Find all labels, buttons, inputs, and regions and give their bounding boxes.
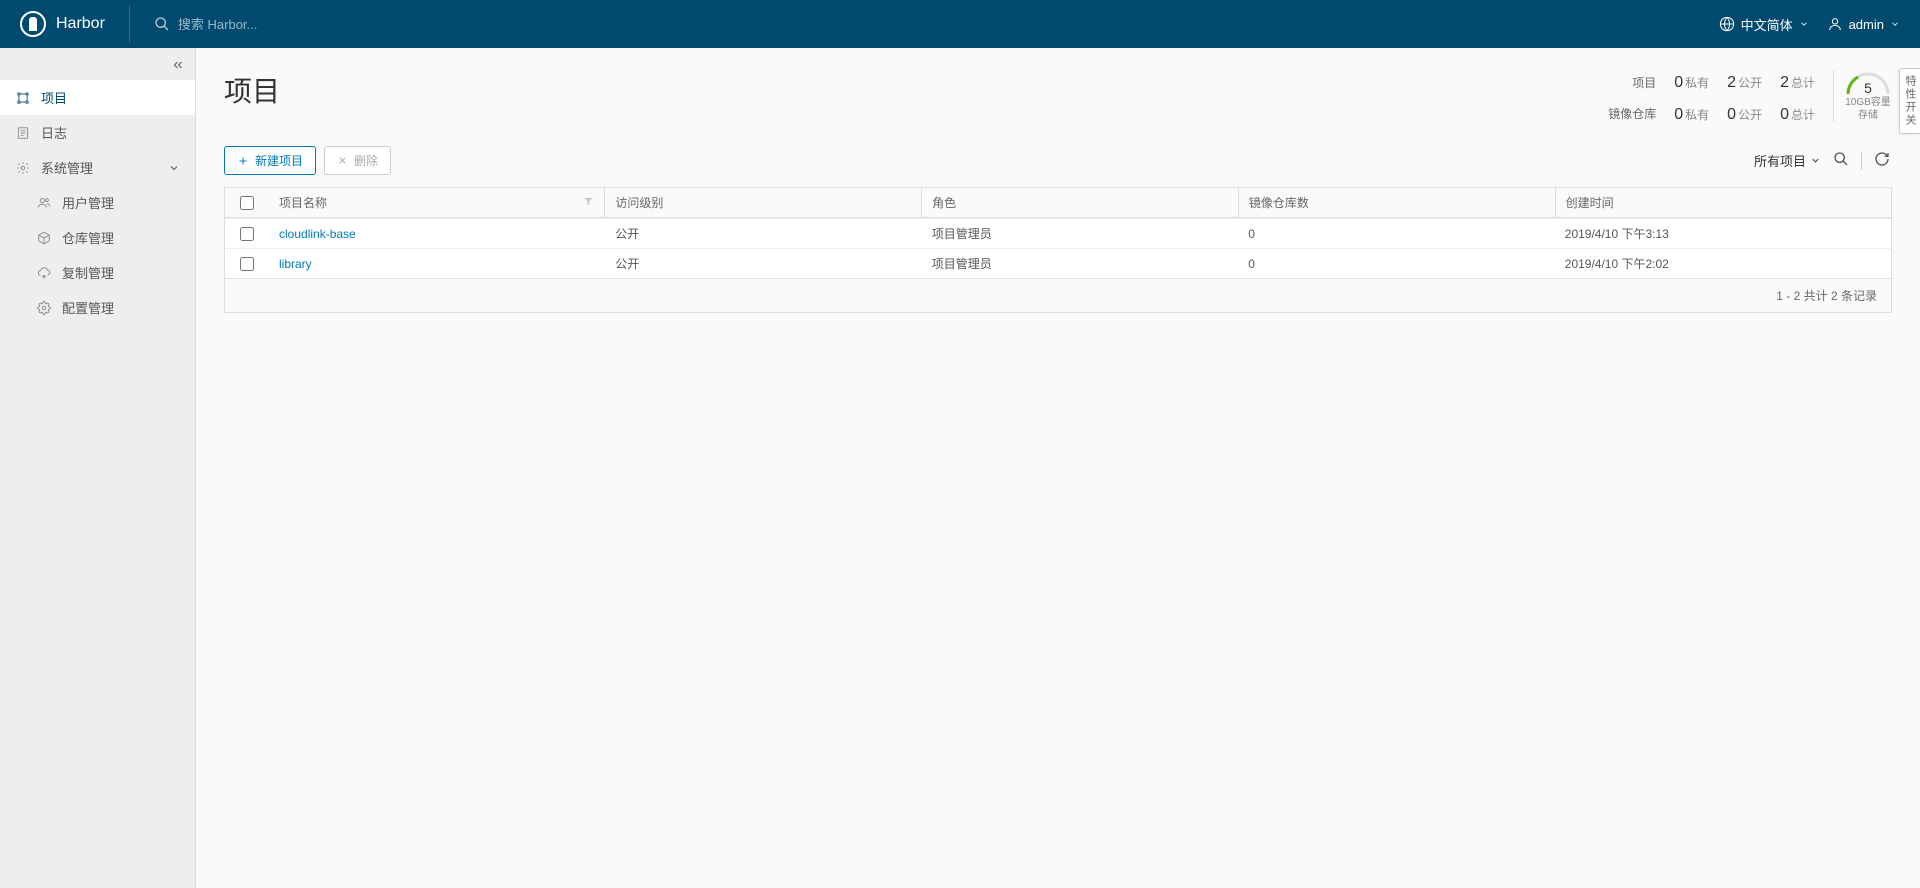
language-selector[interactable]: 中文简体 xyxy=(1719,15,1809,34)
user-icon xyxy=(1827,16,1843,32)
cell-role: 项目管理员 xyxy=(922,219,1239,248)
stat-repo-private: 0私有 xyxy=(1674,106,1709,124)
user-label: admin xyxy=(1849,17,1884,32)
app-header: Harbor 中文简体 admin xyxy=(0,0,1920,48)
nav-label: 日志 xyxy=(41,123,67,142)
nav-label: 复制管理 xyxy=(62,263,114,282)
table-footer: 1 - 2 共计 2 条记录 xyxy=(225,278,1891,312)
nav-label: 项目 xyxy=(41,88,67,107)
gauge-value: 5 xyxy=(1844,80,1892,96)
search-icon xyxy=(1833,151,1849,167)
filter-label: 所有项目 xyxy=(1754,151,1806,170)
cell-access: 公开 xyxy=(605,249,922,278)
col-name[interactable]: 项目名称 xyxy=(269,188,605,217)
nav-label: 仓库管理 xyxy=(62,228,114,247)
chevron-double-left-icon xyxy=(171,58,185,72)
row-checkbox[interactable] xyxy=(240,227,254,241)
project-link[interactable]: cloudlink-base xyxy=(279,227,356,241)
new-project-button[interactable]: 新建项目 xyxy=(224,146,316,175)
project-filter-select[interactable]: 所有项目 xyxy=(1754,151,1821,170)
cell-repo: 0 xyxy=(1238,221,1555,247)
refresh-button[interactable] xyxy=(1872,149,1892,172)
stats-row-label-repos: 镜像仓库 xyxy=(1608,105,1656,122)
nav-label: 系统管理 xyxy=(41,158,93,177)
feature-toggle-tab[interactable]: 特性开关 xyxy=(1899,68,1920,134)
table-row: library 公开项目管理员02019/4/10 下午2:02 xyxy=(225,248,1891,278)
chevron-down-icon xyxy=(1890,19,1900,29)
button-label: 新建项目 xyxy=(255,152,303,169)
harbor-logo-icon xyxy=(20,11,46,37)
nav-repo-mgmt[interactable]: 仓库管理 xyxy=(0,220,195,255)
project-link[interactable]: library xyxy=(279,257,312,271)
projects-table: 项目名称 访问级别 角色 镜像仓库数 创建时间 cloudlink-base 公开… xyxy=(224,187,1892,313)
chevron-down-icon xyxy=(168,162,180,174)
divider xyxy=(129,5,130,43)
gear-icon xyxy=(36,301,52,315)
table-row: cloudlink-base 公开项目管理员02019/4/10 下午3:13 xyxy=(225,218,1891,248)
logs-icon xyxy=(15,126,31,140)
refresh-icon xyxy=(1874,151,1890,167)
cell-created: 2019/4/10 下午2:02 xyxy=(1555,249,1891,278)
chevron-down-icon xyxy=(1799,19,1809,29)
main-content: 特性开关 项目 项目 镜像仓库 0私有 0私有 2公开 0公开 2总计 0总 xyxy=(196,48,1920,888)
header-right: 中文简体 admin xyxy=(1719,15,1900,34)
cloud-sync-icon xyxy=(36,266,52,280)
nav-sub: 用户管理 仓库管理 复制管理 配置管理 xyxy=(0,185,195,325)
logo[interactable]: Harbor xyxy=(20,11,105,37)
stats-block: 项目 镜像仓库 0私有 0私有 2公开 0公开 2总计 0总计 xyxy=(1608,70,1892,124)
cell-repo: 0 xyxy=(1238,251,1555,277)
product-name: Harbor xyxy=(56,15,105,33)
nav-logs[interactable]: 日志 xyxy=(0,115,195,150)
gauge-capacity: 10GB容量 xyxy=(1844,96,1892,109)
nav: 项目 日志 系统管理 用户管理 仓库管理 xyxy=(0,48,195,325)
stat-repo-total: 0总计 xyxy=(1780,106,1815,124)
search-icon xyxy=(154,16,170,32)
users-icon xyxy=(36,196,52,210)
search-area xyxy=(154,16,1719,32)
search-button[interactable] xyxy=(1831,149,1851,172)
nav-label: 配置管理 xyxy=(62,298,114,317)
col-created[interactable]: 创建时间 xyxy=(1556,188,1891,217)
stat-proj-private: 0私有 xyxy=(1674,74,1709,92)
plus-icon xyxy=(237,155,249,167)
toolbar: 新建项目 删除 所有项目 xyxy=(224,146,1892,175)
nav-label: 用户管理 xyxy=(62,193,114,212)
projects-icon xyxy=(15,91,31,105)
nav-repl-mgmt[interactable]: 复制管理 xyxy=(0,255,195,290)
sidebar: 项目 日志 系统管理 用户管理 仓库管理 xyxy=(0,48,196,888)
cube-icon xyxy=(36,231,52,245)
nav-user-mgmt[interactable]: 用户管理 xyxy=(0,185,195,220)
stat-proj-public: 2公开 xyxy=(1727,74,1762,92)
row-checkbox[interactable] xyxy=(240,257,254,271)
nav-config-mgmt[interactable]: 配置管理 xyxy=(0,290,195,325)
storage-gauge: 5 10GB容量 存储 xyxy=(1833,70,1892,122)
delete-button[interactable]: 删除 xyxy=(324,146,391,175)
select-all-checkbox[interactable] xyxy=(240,196,254,210)
col-role[interactable]: 角色 xyxy=(922,188,1239,217)
filter-icon[interactable] xyxy=(583,196,594,210)
gauge-label: 存储 xyxy=(1844,109,1892,122)
collapse-sidebar-button[interactable] xyxy=(171,58,185,75)
chevron-down-icon xyxy=(1810,155,1821,166)
search-input[interactable] xyxy=(178,17,478,32)
close-icon xyxy=(337,155,348,166)
divider xyxy=(1861,152,1862,170)
settings-icon xyxy=(15,161,31,175)
nav-projects[interactable]: 项目 xyxy=(0,80,195,115)
cell-created: 2019/4/10 下午3:13 xyxy=(1555,219,1891,248)
language-label: 中文简体 xyxy=(1741,15,1793,34)
stat-proj-total: 2总计 xyxy=(1780,74,1815,92)
user-menu[interactable]: admin xyxy=(1827,16,1900,32)
page-title: 项目 xyxy=(224,70,280,110)
col-access[interactable]: 访问级别 xyxy=(605,188,922,217)
stat-repo-public: 0公开 xyxy=(1727,106,1762,124)
stats-row-label-projects: 项目 xyxy=(1632,74,1656,91)
table-header: 项目名称 访问级别 角色 镜像仓库数 创建时间 xyxy=(225,188,1891,218)
cell-access: 公开 xyxy=(605,219,922,248)
button-label: 删除 xyxy=(354,152,378,169)
col-repo[interactable]: 镜像仓库数 xyxy=(1239,188,1556,217)
globe-icon xyxy=(1719,16,1735,32)
cell-role: 项目管理员 xyxy=(922,249,1239,278)
nav-system-mgmt[interactable]: 系统管理 xyxy=(0,150,195,185)
